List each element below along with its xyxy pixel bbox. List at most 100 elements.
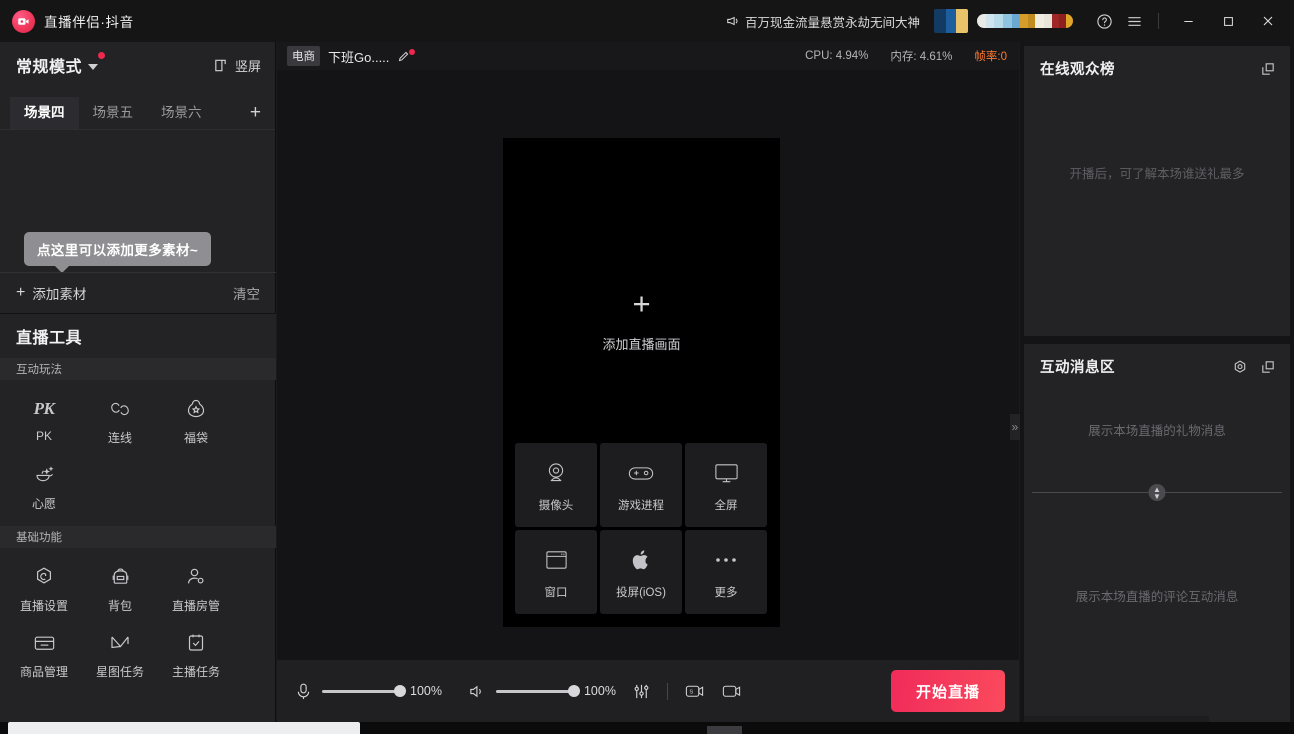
star-chart-icon (108, 630, 132, 656)
right-sidebar: 在线观众榜 开播后，可了解本场谁送礼最多 互动消息区 (1020, 42, 1294, 722)
mode-row: 常规模式 竖屏 (0, 42, 275, 88)
audio-mixer-button[interactable] (632, 682, 651, 701)
tool-label: 商品管理 (20, 663, 68, 680)
orientation-toggle[interactable]: 竖屏 (213, 56, 261, 75)
tool-backpack[interactable]: 背包 (88, 558, 152, 624)
source-fullscreen[interactable]: 全屏 (685, 443, 767, 527)
room-admin-icon (184, 564, 208, 590)
announcement-banner[interactable]: 百万现金流量悬赏永劫无间大神 (726, 12, 920, 31)
settings-gear-icon (32, 564, 56, 590)
tool-label: PK (36, 429, 52, 443)
app-title: 直播伴侣·抖音 (44, 11, 134, 31)
tool-room-admin[interactable]: 直播房管 (164, 558, 228, 624)
live-camera-logo-icon (12, 10, 35, 33)
mode-label: 常规模式 (16, 53, 82, 77)
promo-thumbnails[interactable] (934, 9, 1073, 33)
audience-panel-body: 开播后，可了解本场谁送礼最多 (1024, 91, 1290, 336)
drag-resize-handle-icon[interactable]: ▲▼ (1149, 484, 1166, 501)
center-area: 电商 下班Go..... CPU: 4.94% 内存: 4.61% 帧率:0 +… (277, 42, 1019, 722)
tool-label: 福袋 (184, 429, 208, 446)
beauty-camera-button[interactable]: S (684, 682, 705, 700)
audience-popout-button[interactable] (1260, 61, 1276, 77)
speaker-slider[interactable] (496, 690, 574, 693)
speaker-value: 100% (584, 684, 616, 698)
scene-tab-0[interactable]: 场景四 (10, 97, 79, 129)
announcement-text: 百万现金流量悬赏永劫无间大神 (745, 12, 920, 31)
tool-group-label-0: 互动玩法 (0, 358, 276, 380)
tool-grid-interactive: PK PK 连线 (0, 380, 276, 526)
hamburger-menu-icon (1126, 13, 1143, 30)
edit-red-dot-icon (409, 49, 415, 55)
tool-goods-manage[interactable]: 商品管理 (12, 624, 76, 690)
message-panel-header: 互动消息区 (1024, 344, 1290, 389)
collapse-right-panel-handle[interactable]: » (1010, 414, 1020, 440)
tool-fudai[interactable]: 福袋 (164, 390, 228, 456)
portrait-screen-icon (213, 58, 228, 73)
tool-pk[interactable]: PK PK (12, 390, 76, 456)
gamepad-icon (627, 458, 655, 488)
microphone-control: 100% (295, 682, 442, 701)
orientation-label: 竖屏 (235, 56, 261, 75)
live-preview-canvas[interactable]: + 添加直播画面 摄像头 (503, 138, 780, 627)
comment-message-area: 展示本场直播的评论互动消息 (1024, 500, 1290, 698)
plus-icon: + (632, 290, 650, 318)
background-window-2[interactable] (707, 726, 742, 734)
preview-stage: + 添加直播画面 摄像头 (277, 70, 1019, 679)
app-window: 直播伴侣·抖音 百万现金流量悬赏永劫无间大神 (0, 0, 1294, 734)
source-game-process[interactable]: 游戏进程 (600, 443, 682, 527)
source-more[interactable]: 更多 (685, 530, 767, 614)
start-live-button[interactable]: 开始直播 (891, 670, 1005, 712)
source-label: 更多 (715, 584, 738, 600)
interaction-message-panel: 互动消息区 展示本场直播的礼物消息 ▲▼ (1024, 344, 1290, 734)
background-window-1[interactable] (8, 722, 360, 734)
edit-room-button[interactable] (397, 50, 410, 63)
tool-label: 背包 (108, 597, 132, 614)
promo-thumbnail-1[interactable] (934, 9, 968, 33)
minimize-icon (1182, 15, 1195, 28)
tool-live-settings[interactable]: 直播设置 (12, 558, 76, 624)
slider-knob[interactable] (568, 685, 580, 697)
mode-selector[interactable]: 常规模式 (16, 53, 98, 77)
help-button[interactable] (1089, 6, 1119, 36)
close-button[interactable] (1248, 0, 1288, 42)
add-material-button[interactable]: + 添加素材 (16, 283, 86, 303)
material-action-bar: + 添加素材 清空 (0, 272, 276, 312)
popout-window-icon (1260, 61, 1276, 77)
minimize-button[interactable] (1168, 0, 1208, 42)
clear-material-button[interactable]: 清空 (233, 283, 260, 303)
add-scene-button[interactable]: + (250, 103, 261, 123)
source-label: 投屏(iOS) (616, 584, 666, 600)
speaker-icon[interactable] (468, 683, 486, 700)
microphone-icon[interactable] (295, 682, 312, 701)
tool-xinyuan[interactable]: 心愿 (12, 456, 76, 522)
tool-grid-basic: 直播设置 背包 (0, 548, 276, 694)
tool-host-task[interactable]: 主播任务 (164, 624, 228, 690)
window-icon (544, 545, 569, 575)
slider-knob[interactable] (394, 685, 406, 697)
maximize-button[interactable] (1208, 0, 1248, 42)
menu-button[interactable] (1119, 6, 1149, 36)
source-webcam[interactable]: 摄像头 (515, 443, 597, 527)
titlebar-divider (1158, 13, 1159, 29)
microphone-slider[interactable] (322, 690, 400, 693)
more-dots-icon (713, 545, 739, 575)
live-tools-title: 直播工具 (16, 324, 82, 348)
tool-lianxian[interactable]: 连线 (88, 390, 152, 456)
scene-tab-1[interactable]: 场景五 (79, 97, 148, 129)
popout-window-icon (1260, 359, 1276, 375)
scene-tabs: 场景四 场景五 场景六 + (0, 88, 275, 130)
add-live-screen-label: 添加直播画面 (602, 334, 680, 353)
message-popout-button[interactable] (1260, 359, 1276, 375)
message-settings-button[interactable] (1232, 359, 1248, 375)
promo-thumbnail-2[interactable] (977, 14, 1073, 28)
storefront-icon (32, 630, 57, 656)
add-live-screen-button[interactable]: + 添加直播画面 (602, 290, 680, 353)
message-panel-splitter[interactable]: ▲▼ (1024, 484, 1290, 500)
camera-switch-button[interactable] (721, 682, 742, 700)
link-rings-icon (108, 396, 132, 422)
tool-star-task[interactable]: 星图任务 (88, 624, 152, 690)
source-ios-cast[interactable]: 投屏(iOS) (600, 530, 682, 614)
category-chip: 电商 (287, 46, 320, 66)
source-window[interactable]: 窗口 (515, 530, 597, 614)
scene-tab-2[interactable]: 场景六 (147, 97, 216, 129)
